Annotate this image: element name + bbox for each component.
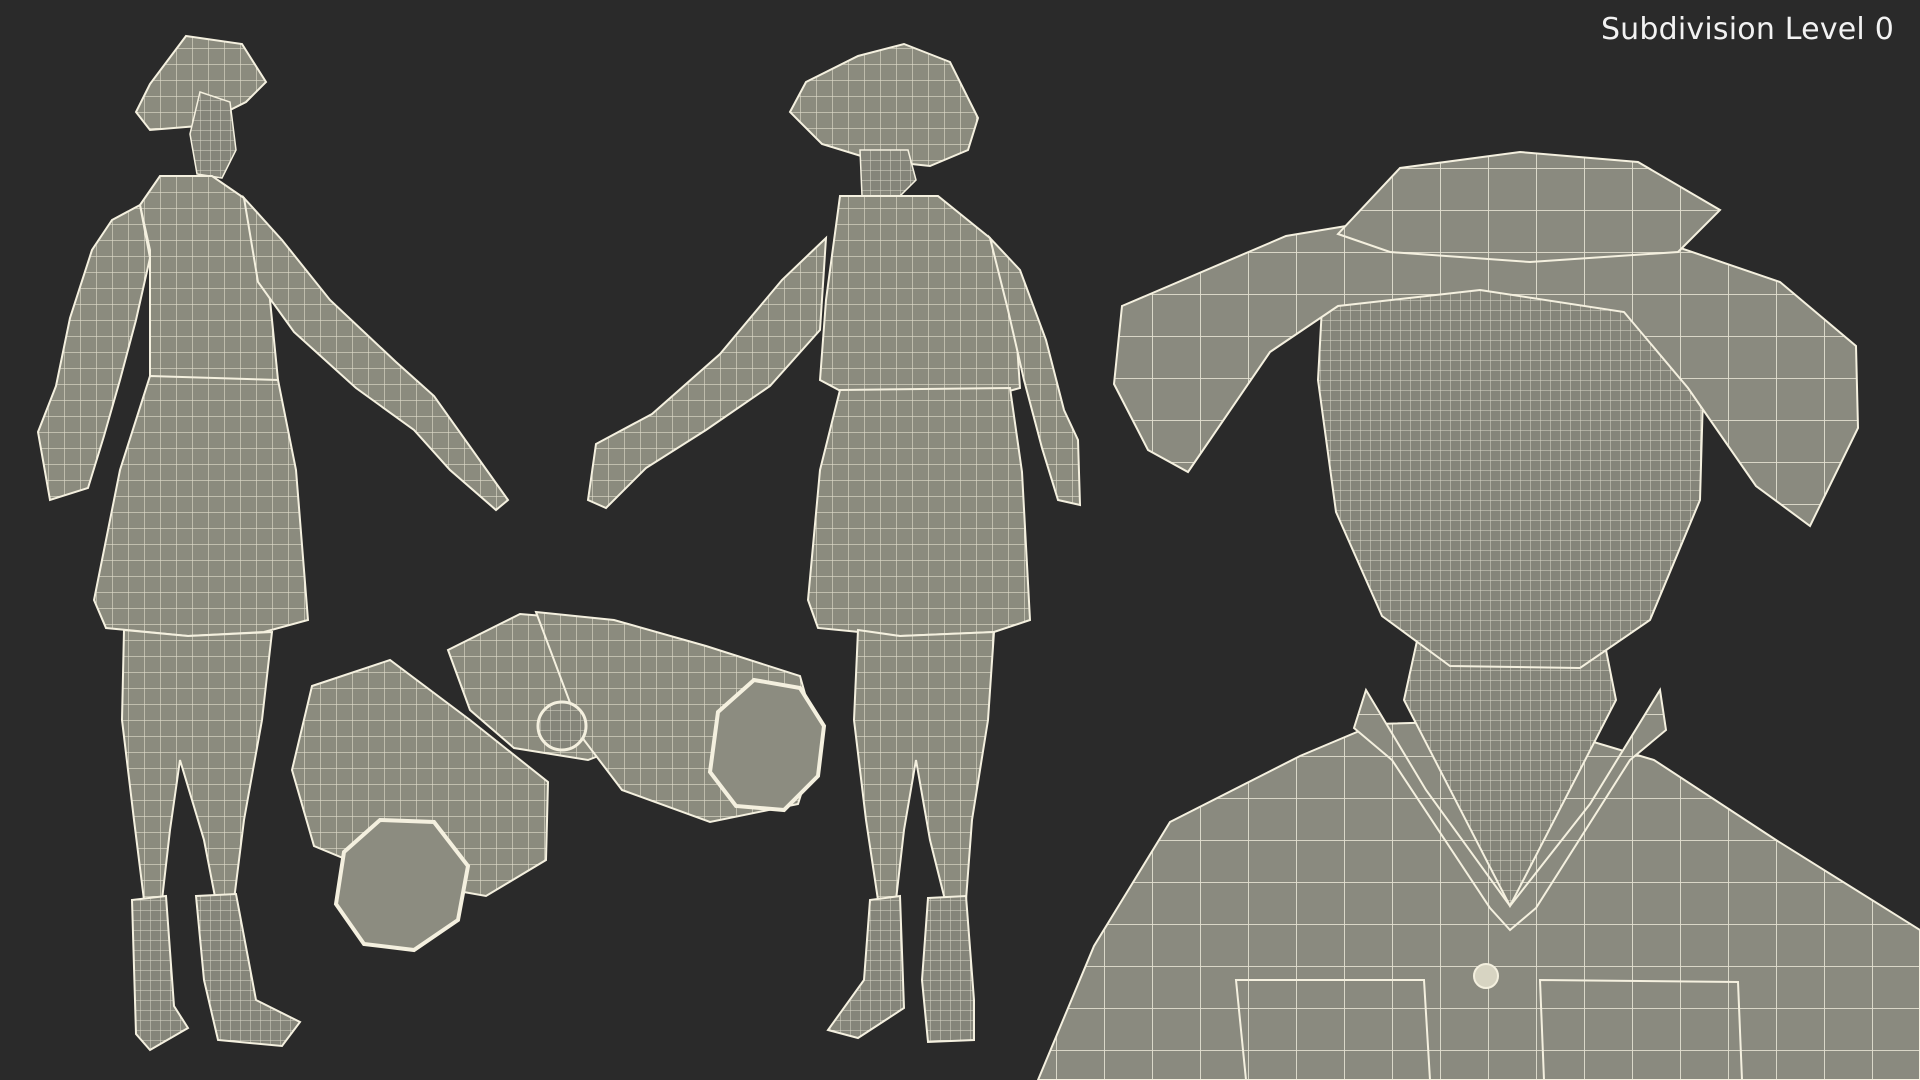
front-boots: [130, 892, 302, 1052]
closeup-left-pocket: [1234, 979, 1432, 1080]
back-hat: [788, 42, 980, 168]
figure-back-view: [586, 42, 1082, 1044]
closeup-hat-crown: [1336, 150, 1722, 264]
front-head: [189, 91, 237, 179]
back-boots: [826, 894, 975, 1044]
back-torso: [818, 195, 1022, 400]
closeup-shirt-button: [1473, 963, 1499, 989]
front-skirt: [92, 374, 310, 638]
render-viewport: Subdivision Level 0: [0, 0, 1920, 1080]
back-legs: [852, 628, 996, 906]
front-legs: [120, 628, 274, 904]
subdivision-level-label: Subdivision Level 0: [1600, 12, 1894, 47]
closeup-right-pocket: [1538, 978, 1744, 1080]
front-torso: [138, 175, 280, 391]
back-head: [859, 149, 917, 199]
back-skirt: [806, 386, 1032, 638]
binoculars-model: [290, 610, 827, 953]
bust-closeup: [1036, 150, 1920, 1080]
binoculars-focus-wheel: [536, 700, 588, 752]
wireframe-render: [36, 34, 1920, 1080]
back-left-arm: [586, 235, 828, 510]
binoculars-left-lens: [333, 817, 471, 953]
